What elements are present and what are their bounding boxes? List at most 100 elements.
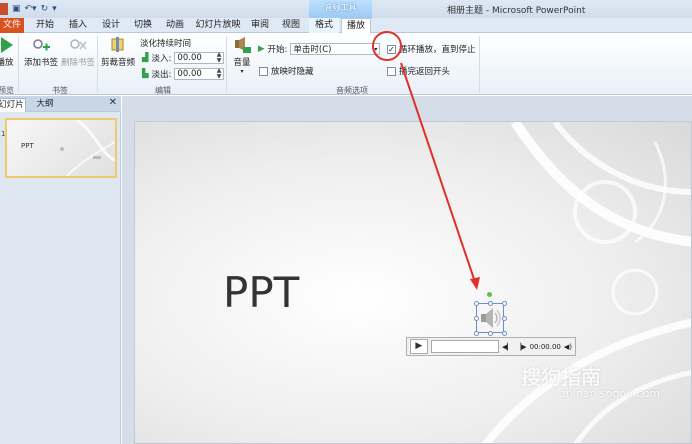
fade-in-row: ▟ 淡入: 00.00 ▲ ▼ bbox=[142, 52, 225, 64]
fade-out-label: 淡出: bbox=[151, 70, 172, 80]
start-value: 单击时(C) bbox=[293, 45, 332, 55]
player-progress-track[interactable] bbox=[430, 340, 499, 353]
fade-in-value: 00.00 bbox=[177, 53, 202, 63]
watermark-url: zhinan.sogou.com bbox=[560, 387, 661, 400]
hide-during-show-row[interactable]: 放映时隐藏 bbox=[259, 65, 314, 77]
customize-qat-icon[interactable]: ▾ bbox=[52, 2, 57, 16]
hide-during-show-label: 放映时隐藏 bbox=[271, 67, 314, 77]
group-label-audio-options: 音频选项 bbox=[336, 86, 368, 95]
rewind-after-playing-row[interactable]: 播完返回开头 bbox=[387, 65, 450, 77]
add-bookmark-label: 添加书签 bbox=[23, 58, 58, 68]
fade-duration-title: 淡化持续时间 bbox=[140, 39, 192, 49]
start-label: 开始: bbox=[267, 45, 288, 55]
play-button-label: 播放 bbox=[0, 58, 14, 68]
remove-bookmark-icon bbox=[68, 36, 88, 54]
player-play-button[interactable]: ▶ bbox=[410, 339, 428, 354]
add-bookmark-icon bbox=[31, 36, 51, 54]
rewind-icon[interactable]: ◀▏ bbox=[502, 343, 513, 351]
player-time: 00:00.00 bbox=[529, 342, 561, 351]
resize-handle[interactable] bbox=[502, 301, 507, 306]
start-row: ▶ 开始: 单击时(C) ▾ bbox=[258, 43, 381, 55]
resize-handle[interactable] bbox=[474, 316, 479, 321]
fade-out-value: 00.00 bbox=[177, 69, 202, 79]
app-icon[interactable] bbox=[0, 3, 8, 15]
play-icon bbox=[0, 36, 15, 54]
loop-until-stopped-label: 循环播放，直到停止 bbox=[399, 45, 476, 55]
slide-thumbnail[interactable]: PPT bbox=[5, 118, 117, 178]
volume-label: 音量 bbox=[233, 58, 251, 68]
tab-view[interactable]: 视图 bbox=[277, 18, 305, 33]
watermark-brand: 搜狗指南 bbox=[521, 365, 601, 389]
resize-handle[interactable] bbox=[502, 316, 507, 321]
thumbnail-title: PPT bbox=[21, 142, 34, 150]
undo-icon[interactable]: ↶▾ bbox=[25, 2, 37, 16]
add-bookmark-button[interactable]: 添加书签 bbox=[22, 36, 60, 68]
spin-arrows-icon[interactable]: ▲ ▼ bbox=[217, 52, 224, 64]
tab-home[interactable]: 开始 bbox=[30, 18, 60, 33]
tab-insert[interactable]: 插入 bbox=[63, 18, 93, 33]
speaker-icon bbox=[481, 308, 501, 328]
resize-handle[interactable] bbox=[502, 331, 507, 336]
group-separator bbox=[226, 36, 227, 92]
pane-tabs: 幻灯片 大纲 ✕ bbox=[0, 96, 121, 112]
group-label-bookmarks: 书签 bbox=[52, 86, 68, 95]
redo-icon[interactable]: ↻ bbox=[41, 2, 49, 16]
fade-in-label: 淡入: bbox=[151, 54, 172, 64]
fade-out-row: ▙ 淡出: 00.00 ▲ ▼ bbox=[142, 68, 225, 80]
trim-audio-icon bbox=[108, 36, 128, 54]
tab-playback[interactable]: 播放 bbox=[341, 18, 371, 34]
save-icon[interactable]: ▣ bbox=[12, 2, 21, 16]
rewind-after-playing-label: 播完返回开头 bbox=[399, 67, 451, 77]
loop-until-stopped-row[interactable]: ✓ 循环播放，直到停止 bbox=[387, 43, 476, 55]
hide-during-show-checkbox[interactable] bbox=[259, 66, 268, 76]
resize-handle[interactable] bbox=[488, 301, 493, 306]
audio-tools-context-label: 音频工具 bbox=[309, 0, 372, 18]
resize-handle[interactable] bbox=[474, 301, 479, 306]
volume-button[interactable]: 音量 ▾ bbox=[230, 36, 254, 75]
group-separator bbox=[97, 36, 98, 92]
rotation-handle[interactable] bbox=[487, 292, 492, 297]
slide-title[interactable]: PPT bbox=[223, 268, 299, 317]
close-icon[interactable]: ✕ bbox=[109, 97, 117, 108]
resize-handle[interactable] bbox=[474, 331, 479, 336]
ribbon-tab-row: 文件 开始 插入 设计 切换 动画 幻灯片放映 审阅 视图 格式 播放 bbox=[0, 18, 692, 34]
group-separator bbox=[18, 36, 19, 92]
group-separator bbox=[479, 36, 480, 92]
tab-design[interactable]: 设计 bbox=[96, 18, 126, 33]
volume-dropdown-icon: ▾ bbox=[240, 68, 244, 75]
remove-bookmark-label: 删除书签 bbox=[60, 58, 95, 68]
tab-outline[interactable]: 大纲 bbox=[30, 98, 60, 112]
fade-in-icon: ▟ bbox=[142, 53, 149, 63]
tab-slideshow[interactable]: 幻灯片放映 bbox=[192, 18, 244, 33]
remove-bookmark-button[interactable]: 删除书签 bbox=[60, 36, 96, 68]
forward-icon[interactable]: ▕▶ bbox=[516, 343, 527, 351]
audio-player-bar: ▶ ◀▏ ▕▶ 00:00.00 ◀) bbox=[406, 337, 576, 356]
window-title: 相册主题 - Microsoft PowerPoint bbox=[447, 6, 586, 16]
trim-audio-button[interactable]: 剪裁音频 bbox=[99, 36, 137, 68]
tab-transitions[interactable]: 切换 bbox=[128, 18, 158, 33]
audio-object[interactable] bbox=[476, 303, 504, 333]
resize-handle[interactable] bbox=[488, 331, 493, 336]
tab-slides[interactable]: 幻灯片 bbox=[0, 98, 26, 112]
ribbon-playback: 播放 预览 添加书签 删除书签 书签 剪裁音频 淡化持续时间 ▟ 淡入: 00.… bbox=[0, 33, 692, 95]
spin-arrows-icon[interactable]: ▲ ▼ bbox=[217, 68, 224, 80]
trim-audio-label: 剪裁音频 bbox=[100, 58, 135, 68]
tab-file[interactable]: 文件 bbox=[0, 18, 24, 33]
play-button[interactable]: 播放 bbox=[0, 36, 16, 68]
start-dropdown[interactable]: 单击时(C) ▾ bbox=[290, 43, 381, 55]
tab-animations[interactable]: 动画 bbox=[160, 18, 190, 33]
group-label-preview: 预览 bbox=[0, 86, 14, 95]
slide-thumbnail-pane: 幻灯片 大纲 ✕ 1 PPT bbox=[0, 96, 121, 444]
tab-format[interactable]: 格式 bbox=[309, 18, 339, 33]
fade-in-spinner[interactable]: 00.00 ▲ ▼ bbox=[174, 52, 225, 64]
rewind-after-playing-checkbox[interactable] bbox=[387, 66, 396, 76]
player-volume-icon[interactable]: ◀) bbox=[564, 343, 572, 351]
loop-until-stopped-checkbox[interactable]: ✓ bbox=[387, 44, 396, 54]
tab-review[interactable]: 审阅 bbox=[246, 18, 274, 33]
group-label-editing: 编辑 bbox=[155, 86, 171, 95]
fade-out-spinner[interactable]: 00.00 ▲ ▼ bbox=[174, 68, 225, 80]
start-icon: ▶ bbox=[258, 44, 265, 54]
chevron-down-icon: ▾ bbox=[374, 45, 378, 53]
volume-icon bbox=[232, 36, 252, 54]
title-bar: ▣ ↶▾ ↻ ▾ 音频工具 相册主题 - Microsoft PowerPoin… bbox=[0, 0, 692, 18]
